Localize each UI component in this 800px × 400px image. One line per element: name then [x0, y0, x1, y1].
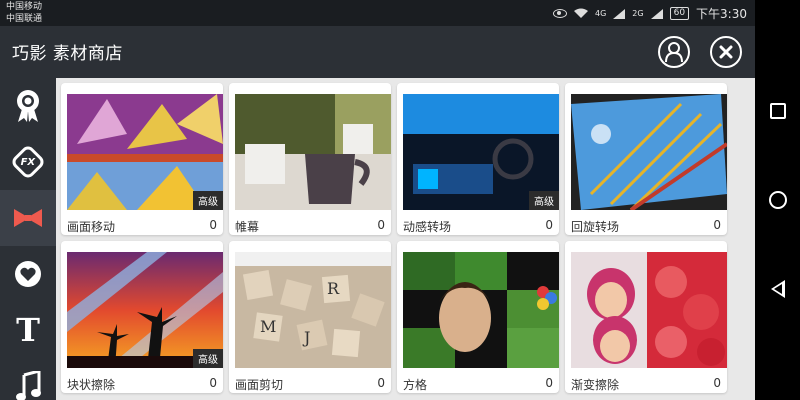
- asset-card-gradient-wipe[interactable]: 渐变擦除 0: [565, 241, 727, 393]
- asset-name: 动感转场: [403, 220, 452, 234]
- asset-name: 回旋转场: [571, 220, 620, 234]
- carrier-2: 中国联通: [6, 14, 43, 24]
- recents-button[interactable]: [767, 100, 789, 122]
- asset-count: 0: [377, 376, 385, 390]
- music-icon: [16, 371, 41, 400]
- asset-thumbnail: [403, 252, 559, 368]
- carrier-1: 中国移动: [6, 2, 43, 12]
- premium-badge: 高级: [529, 191, 559, 210]
- asset-count: 0: [545, 376, 553, 390]
- asset-card-block-wipe[interactable]: 高级 块状擦除 0: [61, 241, 223, 393]
- circle-icon: [769, 191, 787, 209]
- status-icons: 4G 2G 60 下午3:30: [553, 5, 747, 22]
- text-icon: T: [16, 311, 40, 349]
- network-2-label: 2G: [632, 9, 644, 18]
- asset-card-spin[interactable]: 回旋转场 0: [565, 83, 727, 235]
- asset-count: 0: [713, 218, 721, 232]
- asset-card-grid[interactable]: 方格 0: [397, 241, 559, 393]
- back-triangle-icon: [771, 280, 785, 298]
- bowtie-icon: [14, 209, 42, 227]
- asset-card-curtain[interactable]: 帷幕 0: [229, 83, 391, 235]
- signal-1-icon: [613, 8, 626, 19]
- clock: 下午3:30: [696, 7, 747, 21]
- asset-card-pan-zoom[interactable]: 高级 画面移动 0: [61, 83, 223, 235]
- carrier-info: 中国移动 中国联通: [6, 1, 42, 25]
- fx-label: FX: [20, 156, 36, 168]
- asset-thumbnail: R J M: [235, 252, 391, 368]
- asset-thumbnail: [235, 94, 391, 210]
- premium-badge: 高级: [193, 349, 223, 368]
- close-icon: [719, 45, 733, 59]
- asset-thumbnail: [571, 94, 727, 210]
- award-badge-icon: [17, 90, 39, 122]
- asset-name: 块状擦除: [67, 378, 116, 392]
- network-1-label: 4G: [595, 9, 607, 18]
- asset-name: 画面移动: [67, 220, 116, 234]
- status-bar: 中国移动 中国联通 4G 2G 60 下午3:30: [0, 0, 755, 26]
- system-nav-bar: [755, 0, 800, 400]
- wifi-icon: [574, 8, 588, 18]
- asset-thumbnail: 高级: [67, 252, 223, 368]
- battery-icon: 60: [669, 7, 690, 20]
- sidebar-item-text[interactable]: T: [0, 302, 56, 358]
- sidebar-item-music[interactable]: [0, 358, 56, 400]
- asset-name: 画面剪切: [235, 378, 284, 392]
- premium-badge: 高级: [193, 191, 223, 210]
- asset-card-cut[interactable]: R J M 画面剪切 0: [229, 241, 391, 393]
- eye-comfort-icon: [553, 9, 567, 18]
- asset-count: 0: [209, 218, 217, 232]
- svg-text:M: M: [260, 317, 276, 336]
- sidebar-item-transitions[interactable]: [0, 190, 56, 246]
- sidebar-item-fx[interactable]: FX: [0, 134, 56, 190]
- asset-name: 渐变擦除: [571, 378, 620, 392]
- square-icon: [770, 103, 786, 119]
- asset-name: 方格: [403, 378, 428, 392]
- sidebar-item-award[interactable]: [0, 78, 56, 134]
- asset-count: 0: [209, 376, 217, 390]
- page-title: 巧影 素材商店: [12, 44, 123, 64]
- home-button[interactable]: [767, 189, 789, 211]
- asset-thumbnail: [571, 252, 727, 368]
- asset-name: 帷幕: [235, 220, 260, 234]
- fx-icon: FX: [9, 143, 47, 181]
- asset-grid: 高级 画面移动 0 帷幕 0 高级 动感转场 0 回旋转场 0 高级 块状擦除 …: [56, 78, 755, 400]
- asset-thumbnail: 高级: [67, 94, 223, 210]
- sticker-icon: [15, 261, 41, 287]
- svg-text:J: J: [302, 328, 310, 347]
- asset-count: 0: [377, 218, 385, 232]
- asset-count: 0: [713, 376, 721, 390]
- category-sidebar: FX T: [0, 78, 56, 400]
- asset-count: 0: [545, 218, 553, 232]
- close-button[interactable]: [710, 36, 742, 68]
- back-button[interactable]: [767, 278, 789, 300]
- account-icon: [665, 42, 683, 62]
- app-header: 巧影 素材商店: [0, 26, 755, 78]
- account-button[interactable]: [658, 36, 690, 68]
- svg-text:R: R: [327, 279, 340, 298]
- signal-2-icon: [650, 8, 663, 19]
- asset-card-dynamic[interactable]: 高级 动感转场 0: [397, 83, 559, 235]
- sidebar-item-sticker[interactable]: [0, 246, 56, 302]
- asset-thumbnail: 高级: [403, 94, 559, 210]
